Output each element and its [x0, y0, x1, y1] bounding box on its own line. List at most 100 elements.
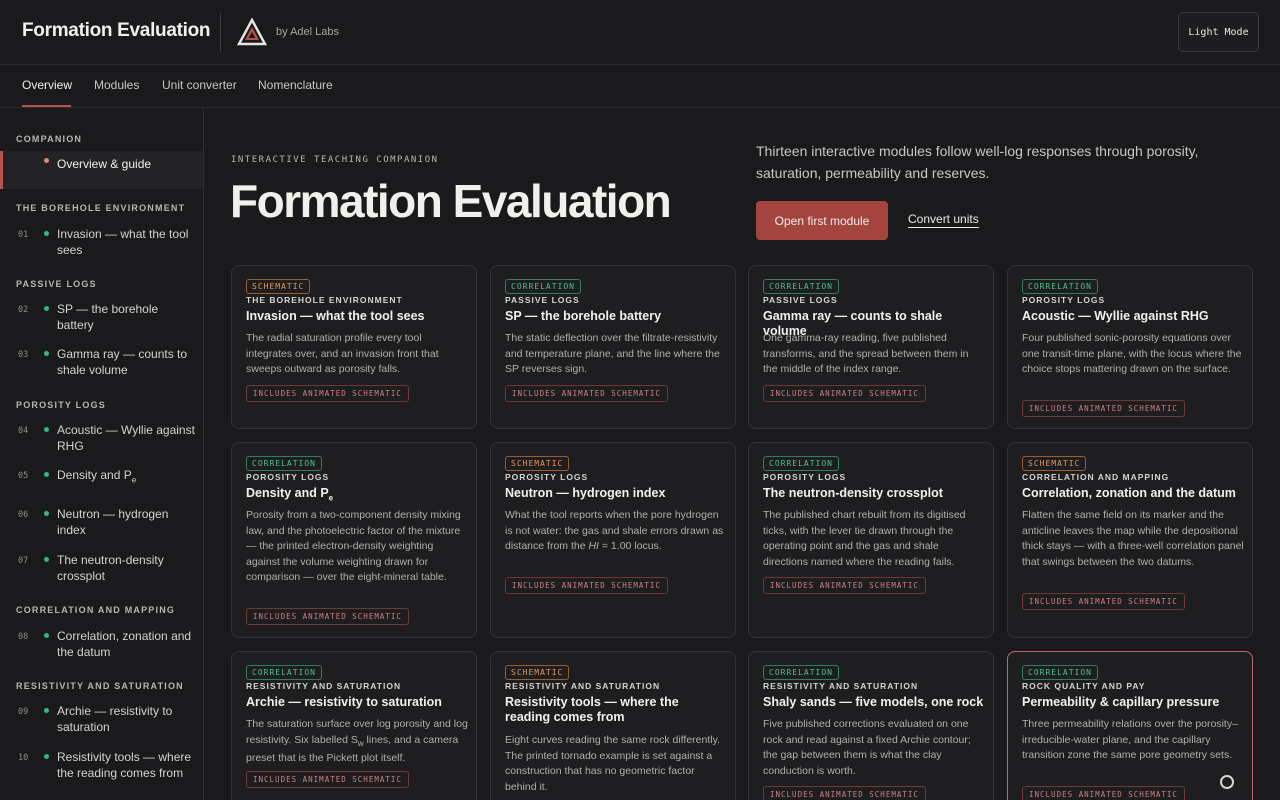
- module-card-correlation[interactable]: SCHEMATIC CORRELATION AND MAPPING Correl…: [1007, 442, 1253, 638]
- sidebar-item-label: The neutron-density crossplot: [57, 553, 164, 583]
- card-title: Density and Pe: [246, 486, 468, 506]
- sidebar-section-heading: CORRELATION AND MAPPING: [16, 605, 176, 615]
- card-tag: CORRELATION: [246, 456, 322, 471]
- sidebar-item-resistivity-tools[interactable]: 10 Resistivity tools — where the reading…: [0, 749, 203, 800]
- card-category: RESISTIVITY AND SATURATION: [246, 681, 402, 691]
- card-category: POROSITY LOGS: [763, 472, 847, 482]
- convert-units-link[interactable]: Convert units: [908, 212, 979, 228]
- open-first-module-button[interactable]: Open first module: [756, 201, 888, 240]
- animated-schematic-badge: INCLUDES ANIMATED SCHEMATIC: [763, 577, 926, 594]
- animated-schematic-badge: INCLUDES ANIMATED SCHEMATIC: [505, 385, 668, 402]
- sidebar-item-number: 02: [18, 305, 29, 315]
- card-tag: SCHEMATIC: [1022, 456, 1087, 471]
- animated-schematic-badge: INCLUDES ANIMATED SCHEMATIC: [1022, 593, 1185, 610]
- sidebar-item-label: Resistivity tools — where the reading co…: [57, 750, 192, 780]
- status-dot-icon: [44, 708, 49, 713]
- card-description: The published chart rebuilt from its dig…: [763, 509, 966, 568]
- sidebar-section-heading: RESISTIVITY AND SATURATION: [16, 681, 184, 691]
- sidebar-item-density[interactable]: 05 Density and Pe: [0, 467, 203, 491]
- card-description: One gamma-ray reading, five published tr…: [763, 332, 969, 375]
- card-category: RESISTIVITY AND SATURATION: [763, 681, 919, 691]
- card-description: Porosity from a two-component density mi…: [246, 509, 461, 583]
- sidebar-item-neutron[interactable]: 06 Neutron — hydrogen index: [0, 506, 203, 540]
- sidebar-section-heading: COMPANION: [16, 134, 83, 144]
- card-tag: CORRELATION: [1022, 665, 1098, 680]
- sidebar-item-correlation[interactable]: 08 Correlation, zonation and the datum: [0, 628, 203, 662]
- light-mode-button[interactable]: Light Mode: [1178, 12, 1259, 52]
- card-title: Correlation, zonation and the datum: [1022, 486, 1236, 500]
- sidebar-item-number: 04: [18, 426, 29, 436]
- logo-triangle-icon[interactable]: [237, 18, 267, 46]
- sidebar-item-number: 08: [18, 632, 29, 642]
- card-tag: CORRELATION: [505, 279, 581, 294]
- card-tag: CORRELATION: [246, 665, 322, 680]
- sidebar-item-sp[interactable]: 02 SP — the borehole battery: [0, 301, 203, 335]
- card-title: Archie — resistivity to saturation: [246, 695, 442, 709]
- animated-schematic-badge: INCLUDES ANIMATED SCHEMATIC: [246, 771, 409, 788]
- sidebar-item-acoustic[interactable]: 04 Acoustic — Wyllie against RHG: [0, 422, 203, 456]
- module-card-resistivity-tools[interactable]: SCHEMATIC RESISTIVITY AND SATURATION Res…: [490, 651, 736, 800]
- status-dot-icon: [44, 306, 49, 311]
- card-category: CORRELATION AND MAPPING: [1022, 472, 1170, 482]
- app-title[interactable]: Formation Evaluation: [22, 20, 211, 42]
- card-title-text: Density and P: [246, 486, 329, 500]
- card-tag: SCHEMATIC: [505, 456, 570, 471]
- module-card-sp[interactable]: CORRELATION PASSIVE LOGS SP — the boreho…: [490, 265, 736, 429]
- tab-nomenclature[interactable]: Nomenclature: [258, 78, 333, 92]
- sidebar-item-number: 10: [18, 753, 29, 763]
- sidebar-item-gamma-ray[interactable]: 03 Gamma ray — counts to shale volume: [0, 346, 203, 380]
- sidebar-item-invasion[interactable]: 01 Invasion — what the tool sees: [0, 226, 203, 260]
- module-card-acoustic[interactable]: CORRELATION POROSITY LOGS Acoustic — Wyl…: [1007, 265, 1253, 429]
- sidebar-item-label: SP — the borehole battery: [57, 302, 159, 332]
- sidebar-item-label: Density and Pe: [57, 467, 197, 488]
- card-category: ROCK QUALITY AND PAY: [1022, 681, 1146, 691]
- chat-circle-icon[interactable]: [1220, 775, 1234, 789]
- card-category: POROSITY LOGS: [246, 472, 330, 482]
- card-description: Three permeability relations over the po…: [1022, 718, 1238, 761]
- card-category: POROSITY LOGS: [1022, 295, 1106, 305]
- card-tag: SCHEMATIC: [246, 279, 311, 294]
- sidebar-item-overview[interactable]: Overview & guide: [0, 151, 203, 189]
- status-dot-icon: [44, 231, 49, 236]
- module-card-permeability[interactable]: CORRELATION ROCK QUALITY AND PAY Permeab…: [1007, 651, 1253, 800]
- animated-schematic-badge: INCLUDES ANIMATED SCHEMATIC: [763, 786, 926, 800]
- module-card-density[interactable]: CORRELATION POROSITY LOGS Density and Pe…: [231, 442, 477, 638]
- tab-unit-converter[interactable]: Unit converter: [162, 78, 237, 92]
- card-category: RESISTIVITY AND SATURATION: [505, 681, 661, 691]
- sidebar-section-heading: POROSITY LOGS: [16, 400, 106, 410]
- sidebar-item-number: 05: [18, 471, 29, 481]
- module-card-invasion[interactable]: SCHEMATIC THE BOREHOLE ENVIRONMENT Invas…: [231, 265, 477, 429]
- module-card-gamma-ray[interactable]: CORRELATION PASSIVE LOGS Gamma ray — cou…: [748, 265, 994, 429]
- card-title: Permeability & capillary pressure: [1022, 695, 1220, 709]
- status-dot-icon: [44, 557, 49, 562]
- hero-description: Thirteen interactive modules follow well…: [756, 143, 1199, 181]
- page-title: Formation Evaluation: [230, 175, 672, 227]
- sidebar-item-number: 09: [18, 707, 29, 717]
- tab-modules[interactable]: Modules: [94, 78, 139, 92]
- card-title: Resistivity tools — where the reading co…: [505, 695, 679, 724]
- sidebar-item-crossplot[interactable]: 07 The neutron-density crossplot: [0, 552, 203, 586]
- card-title: Acoustic — Wyllie against RHG: [1022, 309, 1209, 323]
- hi-symbol: HI: [588, 540, 599, 552]
- sidebar-item-label: Neutron — hydrogen index: [57, 507, 169, 537]
- header-divider: [220, 13, 221, 52]
- module-card-crossplot[interactable]: CORRELATION POROSITY LOGS The neutron-de…: [748, 442, 994, 638]
- card-category: PASSIVE LOGS: [763, 295, 838, 305]
- sidebar-section-heading: THE BOREHOLE ENVIRONMENT: [16, 203, 186, 213]
- module-card-shaly-sands[interactable]: CORRELATION RESISTIVITY AND SATURATION S…: [748, 651, 994, 800]
- module-card-neutron[interactable]: SCHEMATIC POROSITY LOGS Neutron — hydrog…: [490, 442, 736, 638]
- module-card-archie[interactable]: CORRELATION RESISTIVITY AND SATURATION A…: [231, 651, 477, 800]
- top-bar: Formation Evaluation by Adel Labs Light …: [0, 0, 1280, 65]
- card-tag: SCHEMATIC: [505, 665, 570, 680]
- card-title: Shaly sands — five models, one rock: [763, 695, 984, 709]
- byline: by Adel Labs: [276, 26, 339, 38]
- sidebar-item-label: Overview & guide: [57, 157, 152, 171]
- card-description: Five published corrections evaluated on …: [763, 718, 971, 777]
- sidebar-item-archie[interactable]: 09 Archie — resistivity to saturation: [0, 703, 203, 737]
- status-dot-icon: [44, 754, 49, 759]
- status-dot-icon: [44, 472, 49, 477]
- sidebar-item-label: Gamma ray — counts to shale volume: [57, 347, 188, 377]
- tab-overview[interactable]: Overview: [22, 78, 72, 92]
- card-category: POROSITY LOGS: [505, 472, 589, 482]
- card-description-text: = 1.00 locus.: [598, 540, 662, 552]
